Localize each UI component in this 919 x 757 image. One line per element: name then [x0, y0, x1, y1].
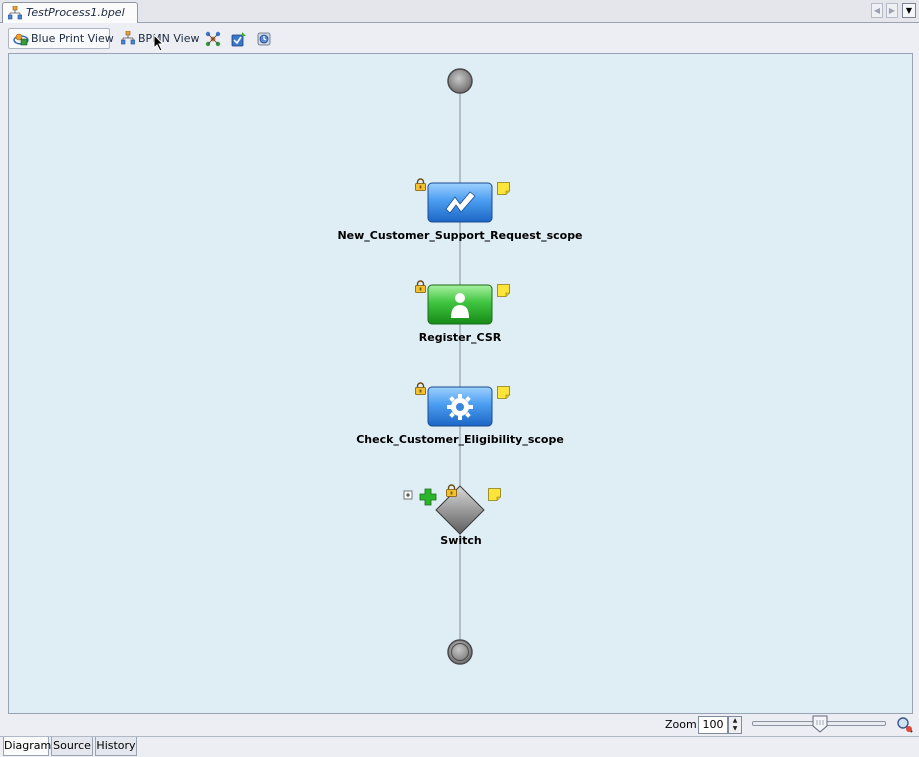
scroll-left-icon[interactable]: ◀	[871, 3, 883, 18]
bpmn-view-label: BPMN View	[138, 32, 200, 45]
zoom-fit-icon[interactable]	[896, 716, 914, 734]
diagram-canvas[interactable]: New_Customer_Support_Request_scope Regis…	[8, 53, 913, 714]
editor-tab-testprocess1[interactable]: TestProcess1.bpel	[2, 2, 138, 23]
note-icon	[497, 284, 510, 297]
bpmn-view-icon	[121, 31, 135, 45]
validate-icon[interactable]	[231, 31, 247, 47]
activity-label: Register_CSR	[418, 331, 502, 344]
activity-switch[interactable]	[435, 484, 501, 535]
activity-label: Switch	[440, 534, 482, 547]
add-case-icon[interactable]	[419, 488, 437, 506]
bpel-process-icon	[8, 6, 22, 20]
process-map-icon[interactable]	[256, 31, 272, 47]
lock-icon	[415, 382, 426, 395]
activity-check-customer-eligibility-scope[interactable]	[415, 382, 510, 427]
tab-source[interactable]: Source	[51, 737, 93, 756]
activity-new-customer-support-request-scope[interactable]	[415, 178, 510, 223]
bottom-tab-bar: Diagram Source History	[0, 736, 919, 757]
tab-list-dropdown-icon[interactable]: ▼	[902, 3, 916, 18]
blue-print-view-label: Blue Print View	[31, 32, 114, 45]
tab-history[interactable]: History	[95, 737, 137, 756]
zoom-spinner[interactable]: ▲ ▼	[728, 716, 742, 734]
lock-icon	[415, 280, 426, 293]
tab-diagram[interactable]: Diagram	[3, 737, 51, 756]
note-icon	[488, 488, 501, 501]
activity-label: Check_Customer_Eligibility_scope	[356, 433, 564, 446]
scroll-right-icon[interactable]: ▶	[886, 3, 898, 18]
lock-icon	[446, 484, 457, 497]
note-icon	[497, 182, 510, 195]
auto-layout-icon[interactable]	[205, 31, 221, 47]
end-node[interactable]	[447, 639, 473, 665]
lock-icon	[415, 178, 426, 191]
gear-icon	[447, 394, 473, 420]
start-node[interactable]	[447, 68, 473, 94]
process-diagram	[403, 68, 510, 665]
view-toolbar: Blue Print View BPMN View	[0, 24, 919, 72]
editor-tab-strip: TestProcess1.bpel ◀ ▶ ▼	[0, 0, 919, 23]
zoom-slider-thumb[interactable]	[812, 715, 828, 733]
zoom-bar: Zoom: 100 ▲ ▼	[0, 714, 919, 736]
note-icon	[497, 386, 510, 399]
activity-label: New_Customer_Support_Request_scope	[337, 229, 583, 242]
blueprint-view-icon	[13, 33, 29, 46]
mouse-pointer-icon	[153, 34, 165, 52]
editor-tab-label: TestProcess1.bpel	[26, 6, 125, 19]
zoom-input[interactable]: 100	[698, 716, 728, 734]
blue-print-view-button[interactable]: Blue Print View	[8, 28, 114, 49]
zoom-label: Zoom:	[665, 718, 701, 731]
activity-register-csr[interactable]	[415, 280, 510, 325]
expand-icon[interactable]	[403, 490, 413, 500]
